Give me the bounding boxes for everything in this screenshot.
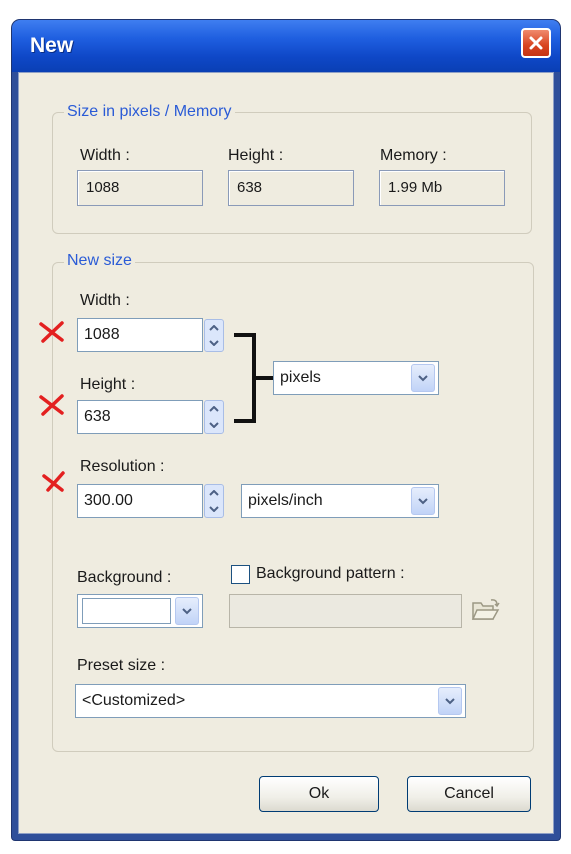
title-bar[interactable] [12, 20, 560, 72]
height-spinner[interactable] [204, 400, 224, 434]
ok-button-label: Ok [308, 785, 330, 802]
current-width-label: Width : [80, 147, 130, 164]
background-pattern-field [229, 594, 462, 628]
size-memory-group-title: Size in pixels / Memory [64, 103, 235, 121]
preset-size-value: <Customized> [82, 692, 186, 709]
background-color-swatch [82, 598, 171, 624]
height-input-value: 638 [84, 408, 111, 425]
preset-dropdown-button[interactable] [438, 687, 462, 715]
height-label: Height : [80, 376, 136, 393]
cancel-button-label: Cancel [444, 785, 494, 802]
new-size-group-title: New size [64, 252, 135, 270]
width-input[interactable]: 1088 [77, 318, 203, 352]
spin-down-icon [209, 506, 219, 512]
spin-down-icon [209, 340, 219, 347]
unit-select-value: pixels [280, 369, 321, 386]
x-mark-icon [38, 320, 66, 349]
dialog-title: New [30, 34, 74, 57]
width-input-value: 1088 [84, 326, 120, 343]
spin-down-icon [209, 422, 219, 428]
current-height-value: 638 [228, 170, 354, 206]
unit-select[interactable]: pixels [273, 361, 439, 395]
unit-dropdown-button[interactable] [411, 364, 435, 392]
resolution-unit-value: pixels/inch [248, 492, 323, 509]
close-button[interactable] [521, 28, 551, 58]
resolution-spinner[interactable] [204, 484, 224, 518]
bracket-icon [232, 332, 278, 429]
width-spinner[interactable] [204, 319, 224, 352]
width-label: Width : [80, 292, 130, 309]
background-dropdown-button[interactable] [175, 597, 199, 625]
chevron-down-icon [418, 497, 428, 504]
preset-size-select[interactable]: <Customized> [75, 684, 466, 718]
background-label: Background : [77, 569, 172, 586]
x-mark-icon [40, 470, 68, 499]
current-height-label: Height : [228, 147, 284, 164]
resolution-label: Resolution : [80, 458, 165, 475]
background-pattern-checkbox[interactable] [231, 565, 250, 584]
spin-up-icon [209, 490, 219, 496]
chevron-down-icon [445, 697, 455, 704]
memory-label: Memory : [380, 147, 447, 164]
preset-size-label: Preset size : [77, 657, 166, 674]
height-input[interactable]: 638 [77, 400, 203, 434]
cancel-button[interactable]: Cancel [407, 776, 531, 812]
folder-open-icon[interactable] [471, 597, 501, 628]
chevron-down-icon [182, 607, 192, 614]
current-width-value: 1088 [77, 170, 203, 206]
resolution-input[interactable]: 300.00 [77, 484, 203, 518]
spin-up-icon [209, 406, 219, 412]
chevron-down-icon [418, 374, 428, 381]
background-color-select[interactable] [77, 594, 203, 628]
close-icon [529, 36, 543, 50]
background-pattern-label: Background pattern : [256, 565, 405, 582]
resolution-unit-dropdown-button[interactable] [411, 487, 435, 515]
spin-up-icon [209, 324, 219, 331]
memory-value: 1.99 Mb [379, 170, 505, 206]
resolution-unit-select[interactable]: pixels/inch [241, 484, 439, 518]
x-mark-icon [38, 393, 66, 422]
ok-button[interactable]: Ok [259, 776, 379, 812]
resolution-input-value: 300.00 [84, 492, 133, 509]
